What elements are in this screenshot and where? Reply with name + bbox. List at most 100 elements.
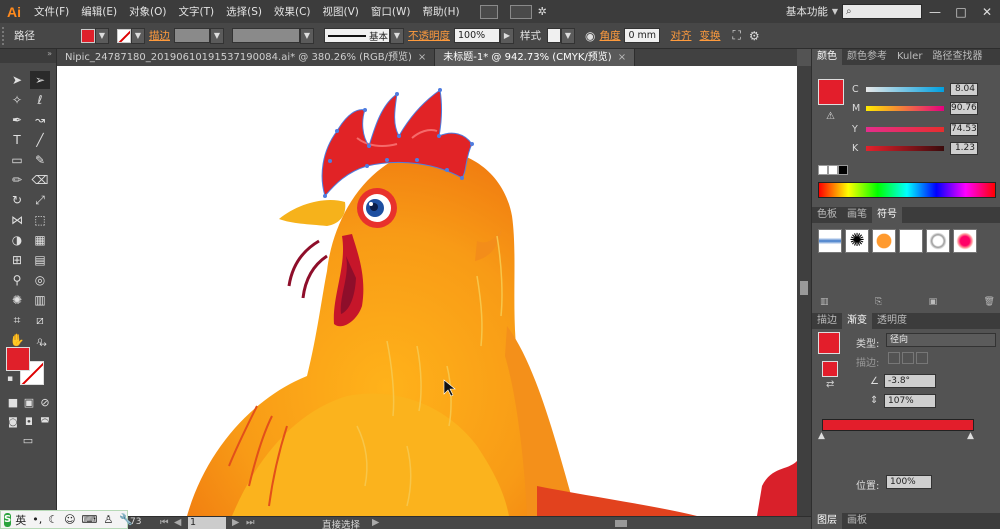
gradient-preview-swatch[interactable]	[818, 332, 840, 354]
gradient-tool-icon[interactable]: ▤	[30, 251, 50, 269]
close-tab-icon[interactable]: ×	[418, 52, 426, 63]
cyan-value[interactable]: 8.04	[950, 82, 978, 96]
scale-tool-icon[interactable]: ⤢	[30, 191, 50, 209]
magenta-slider[interactable]	[866, 105, 944, 111]
reverse-gradient-icon[interactable]: ⇄	[826, 379, 834, 390]
lasso-tool-icon[interactable]: ℓ	[30, 91, 50, 109]
menu-select[interactable]: 选择(S)	[220, 4, 268, 19]
emoji-icon[interactable]: ☺	[64, 513, 75, 526]
magenta-slider-row[interactable]: M 90.76	[852, 101, 997, 115]
recolor-icon[interactable]: ◉	[585, 29, 595, 43]
yellow-value[interactable]: 74.53	[950, 122, 978, 136]
eyedropper-tool-icon[interactable]: ⚲	[7, 271, 27, 289]
punctuation-icon[interactable]: •,	[32, 513, 42, 526]
slice-tool-icon[interactable]: ⧄	[30, 311, 50, 329]
stroke-swatch[interactable]	[117, 28, 131, 43]
tab-nipic-document[interactable]: Nipic_24787180_20190610191537190084.ai* …	[57, 49, 436, 66]
screen-mode-icon[interactable]: ▭	[17, 433, 39, 447]
symbol-orange-button[interactable]	[872, 229, 896, 253]
symbol-library-icon[interactable]: ▥	[820, 297, 829, 309]
symbol-sprayer-tool-icon[interactable]: ✺	[7, 291, 27, 309]
symbol-ring[interactable]	[926, 229, 950, 253]
corner-radius-field[interactable]: 0 mm	[624, 28, 661, 43]
brush-definition-field[interactable]: 基本	[324, 28, 390, 43]
black-value[interactable]: 1.23	[950, 141, 978, 155]
color-mode-icon[interactable]: ■	[6, 395, 20, 409]
none-mode-icon[interactable]: ⊘	[38, 395, 52, 409]
blend-tool-icon[interactable]: ◎	[30, 271, 50, 289]
rotate-tool-icon[interactable]: ↻	[7, 191, 27, 209]
perspective-grid-tool-icon[interactable]: ▦	[30, 231, 50, 249]
tab-color[interactable]: 颜色	[812, 49, 842, 65]
variable-width-dropdown[interactable]: ▼	[300, 27, 314, 44]
type-tool-icon[interactable]: T	[7, 131, 27, 149]
vertical-scrollbar[interactable]	[797, 66, 811, 516]
black-swatch[interactable]	[838, 165, 848, 175]
free-transform-tool-icon[interactable]: ⬚	[30, 211, 50, 229]
fill-swatch[interactable]	[81, 28, 95, 43]
tab-stroke[interactable]: 描边	[812, 313, 842, 329]
gpu-icon[interactable]: ✲	[538, 5, 547, 18]
yellow-slider-row[interactable]: Y 74.53	[852, 122, 997, 136]
shape-builder-tool-icon[interactable]: ◑	[7, 231, 27, 249]
page-number-field[interactable]: 1	[188, 517, 226, 529]
stroke-dropdown[interactable]: ▼	[131, 27, 145, 44]
close-button[interactable]: ✕	[974, 0, 1000, 23]
fill-dropdown[interactable]: ▼	[95, 27, 109, 44]
status-menu-icon[interactable]: ▶	[372, 517, 379, 528]
gradient-type-select[interactable]: 径向	[886, 333, 996, 347]
black-slider-row[interactable]: K 1.23	[852, 141, 997, 155]
stroke-within-icon[interactable]	[888, 352, 900, 364]
arrange-documents-icon[interactable]	[509, 4, 532, 19]
stroke-weight-dropdown[interactable]: ▼	[210, 27, 224, 44]
horizontal-scrollbar-thumb[interactable]	[615, 520, 627, 527]
stroke-weight-field[interactable]	[174, 28, 210, 43]
eraser-tool-icon[interactable]: ⌫	[30, 171, 50, 189]
first-page-icon[interactable]: ⏮	[160, 517, 169, 528]
wrench-icon[interactable]: 🔧	[119, 513, 133, 526]
draw-inside-icon[interactable]: ◚	[38, 415, 52, 429]
cyan-slider-row[interactable]: C 8.04	[852, 82, 997, 96]
gradient-stop-left[interactable]: ▲	[818, 431, 825, 441]
menu-type[interactable]: 文字(T)	[173, 4, 221, 19]
isolate-icon[interactable]: ⛶	[732, 28, 740, 43]
location-field[interactable]: 100%	[886, 475, 932, 489]
bridge-icon[interactable]	[479, 4, 498, 19]
symbol-blue-banner[interactable]	[818, 229, 842, 253]
close-tab-icon[interactable]: ×	[618, 52, 626, 63]
menu-file[interactable]: 文件(F)	[28, 4, 75, 19]
brush-dropdown[interactable]: ▼	[390, 27, 404, 44]
tab-transparency[interactable]: 透明度	[872, 313, 912, 329]
variable-width-field[interactable]	[232, 28, 300, 43]
menu-effect[interactable]: 效果(C)	[268, 4, 317, 19]
white-swatch[interactable]	[828, 165, 838, 175]
menu-view[interactable]: 视图(V)	[317, 4, 365, 19]
ime-language[interactable]: 英	[15, 512, 26, 528]
artboard-tool-icon[interactable]: ⌗	[7, 311, 27, 329]
stroke-across-icon[interactable]	[916, 352, 928, 364]
keyboard-icon[interactable]: ⌨	[82, 513, 98, 526]
gradient-angle-field[interactable]: -3.8°	[884, 374, 936, 388]
selection-tool-icon[interactable]: ➤	[7, 71, 27, 89]
none-white-black-swatches[interactable]	[818, 165, 850, 175]
pencil-tool-icon[interactable]: ✏	[7, 171, 27, 189]
tab-untitled-document[interactable]: 未标题-1* @ 942.73% (CMYK/预览) ×	[435, 49, 636, 66]
mesh-tool-icon[interactable]: ⊞	[7, 251, 27, 269]
shirt-icon[interactable]: ♙	[103, 513, 113, 526]
gradient-mode-icon[interactable]: ▣	[22, 395, 36, 409]
magenta-value[interactable]: 90.76	[950, 101, 978, 115]
transform-link[interactable]: 变换	[699, 28, 720, 43]
tab-brushes[interactable]: 画笔	[842, 207, 872, 223]
none-swatch[interactable]	[818, 165, 828, 175]
black-slider[interactable]	[866, 145, 944, 151]
graphic-style-swatch[interactable]	[547, 28, 561, 43]
new-symbol-icon[interactable]: ▣	[929, 297, 938, 309]
cyan-slider[interactable]	[866, 86, 944, 92]
gradient-slider[interactable]	[822, 419, 974, 431]
symbol-splatter[interactable]: ✺	[845, 229, 869, 253]
search-input[interactable]: ⌕	[842, 4, 922, 19]
last-page-icon[interactable]: ⏭	[246, 517, 255, 528]
align-link[interactable]: 对齐	[670, 28, 691, 43]
scrollbar-thumb[interactable]	[800, 281, 808, 295]
menu-edit[interactable]: 编辑(E)	[75, 4, 123, 19]
